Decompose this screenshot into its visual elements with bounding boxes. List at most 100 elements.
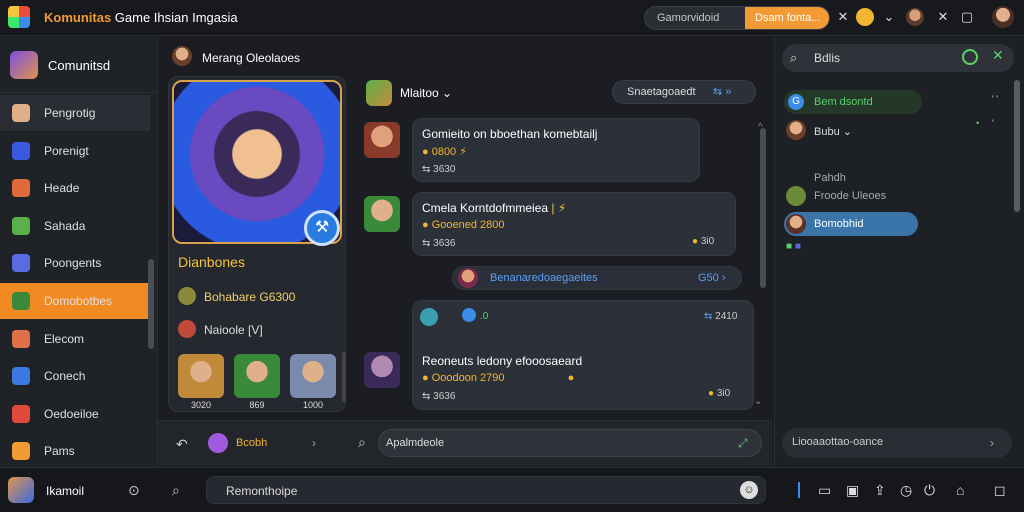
avatar[interactable] [786, 120, 806, 140]
panel-bottom-text: Liooaaottao-oance [792, 436, 884, 448]
sidebar-item-label: Poongents [44, 256, 102, 271]
stat-icon [178, 287, 196, 305]
sidebar-item-label: Conech [44, 369, 86, 384]
app-brand: Komunitas [44, 10, 112, 25]
message-card-count-value: 2410 [715, 311, 738, 322]
sidebar-item-icon [12, 141, 30, 160]
hammer-icon[interactable]: ⚒ [304, 210, 340, 246]
thumbnail-scrollbar[interactable] [342, 352, 346, 402]
message-text: Reoneuts ledony efooosaeard [422, 354, 583, 368]
group-icon [420, 308, 438, 326]
sidebar-item-icon [12, 104, 30, 122]
search-icon: ⌕ [790, 50, 798, 65]
sidebar-item-label: Pams [44, 444, 75, 459]
message-reward: ● Gooened 2800 [422, 219, 505, 231]
top-search-input[interactable]: Gamorvidoid [657, 12, 719, 24]
sidebar-item[interactable]: Elecom [0, 321, 150, 357]
sidebar-item[interactable]: Pams [0, 433, 150, 469]
message-reward-value: Ooodoon 2790 [431, 372, 505, 384]
avatar[interactable] [786, 186, 806, 206]
sidebar-item[interactable]: Oedoeiloe [0, 396, 150, 432]
gallery-icon[interactable]: ▣ [846, 482, 859, 499]
confirm-icon[interactable] [962, 49, 978, 65]
avatar[interactable] [906, 8, 924, 26]
reply-icon[interactable]: ↶ [176, 436, 188, 453]
avatar[interactable] [364, 352, 400, 388]
app-title: Komunitas Game Ihsian Imgasia [44, 10, 238, 25]
sidebar-header[interactable]: Comunitsd [0, 37, 158, 93]
panel-scrollbar[interactable] [1014, 80, 1020, 212]
chevron-down-icon[interactable]: ⌄ [880, 8, 898, 26]
message-text: Cmela Korntdofmmeiea | ⚡ [422, 201, 567, 215]
profile-avatar-icon[interactable] [992, 6, 1014, 28]
avatar[interactable] [8, 477, 34, 503]
search-icon[interactable]: ⌕ [358, 434, 366, 451]
top-search[interactable]: Gamorvidoid Dsam fonta... [644, 6, 830, 30]
avatar[interactable] [172, 46, 192, 66]
card-icon[interactable]: ▭ [818, 482, 831, 499]
hero-stat: Naioole [V] [204, 323, 263, 337]
close-search-icon[interactable]: ✕ [834, 8, 852, 26]
minimize-icon[interactable]: ✕ [934, 8, 952, 26]
chat-icon[interactable]: ◻ [994, 482, 1006, 499]
panel-section-title: Pahdh [814, 172, 846, 184]
hero-thumbnail[interactable] [290, 354, 336, 398]
sidebar-item-icon [12, 216, 30, 235]
chat-header-name[interactable]: Mlaitoo ⌄ [400, 86, 452, 100]
scroll-down-icon[interactable]: ⌄ [754, 396, 762, 407]
sidebar-item[interactable]: Domobotbes [0, 283, 150, 319]
message-card-tag: .0 [480, 311, 489, 322]
chevron-right-icon[interactable]: › [990, 436, 994, 450]
chat-scrollbar[interactable] [760, 128, 766, 288]
contact-name[interactable]: Froode Uleoes [814, 190, 886, 202]
message-meta: ⇆ 3636 [422, 391, 456, 402]
reaction[interactable]: ● 3i0 [708, 388, 730, 399]
sidebar-item[interactable]: Porenigt [0, 133, 150, 169]
filter-icon[interactable]: ⇆ » [713, 85, 731, 98]
sidebar-scrollbar[interactable] [148, 259, 154, 349]
sidebar-item-label: Heade [44, 181, 80, 196]
close-icon[interactable]: ✕ [992, 47, 1004, 64]
clock-icon[interactable]: ◷ [900, 482, 912, 499]
system-banner-text: Benanaredoaegaeites [490, 272, 598, 284]
emoji-icon[interactable]: ☺ [740, 481, 758, 499]
chevron-right-icon[interactable]: › [312, 436, 316, 450]
hero-thumbnail[interactable] [178, 354, 224, 398]
hero-thumbnail[interactable] [234, 354, 280, 398]
sidebar-item-label: Elecom [44, 331, 85, 346]
sidebar-item[interactable]: Conech [0, 358, 150, 394]
sidebar-item-label: Domobotbes [44, 294, 113, 308]
send-icon[interactable]: ⤢ [738, 436, 748, 451]
hero-thumbnail-label: 869 [249, 400, 265, 410]
search-icon[interactable]: ⌕ [172, 482, 180, 499]
chat-filter[interactable]: Snaetagoaedt ⇆ » [612, 80, 756, 104]
avatar[interactable] [364, 196, 400, 232]
sidebar-item[interactable]: Poongents [0, 245, 150, 281]
coin-icon[interactable] [856, 8, 874, 26]
sidebar-header-label: Comunitsd [48, 58, 111, 73]
contact-name[interactable]: Bubu ⌄ [814, 125, 852, 138]
stat-icon [178, 320, 196, 338]
hero-thumbnail-label: 1000 [302, 400, 324, 410]
panel-search-input[interactable]: Bdlis [814, 51, 840, 65]
power-icon[interactable]: ⏻ [924, 482, 935, 499]
message-text-value: Cmela Korntdofmmeiea [422, 201, 549, 215]
app-logo-icon[interactable] [8, 6, 30, 28]
sidebar-item-icon [12, 442, 30, 461]
reaction[interactable]: ● 3i0 [692, 236, 714, 247]
sidebar-item[interactable]: Heade [0, 170, 150, 206]
avatar[interactable] [366, 80, 392, 106]
store-icon[interactable]: ⌂ [956, 482, 964, 498]
upload-icon[interactable]: ⇪ [874, 482, 886, 499]
top-search-button[interactable]: Dsam fonta... [745, 7, 829, 29]
sidebar-item-label: Porenigt [44, 143, 89, 158]
maximize-icon[interactable]: ▢ [958, 8, 976, 26]
sidebar-item[interactable]: Pengrotig [0, 95, 150, 131]
settings-icon[interactable]: ⊙ [128, 482, 140, 499]
contact-name: Bomobhid [814, 218, 864, 230]
avatar[interactable] [364, 122, 400, 158]
sidebar-item[interactable]: Sahada [0, 208, 150, 244]
hero-thumbnail-label: 3020 [190, 400, 212, 410]
avatar[interactable] [208, 433, 228, 453]
message-meta-value: 3636 [433, 238, 456, 249]
